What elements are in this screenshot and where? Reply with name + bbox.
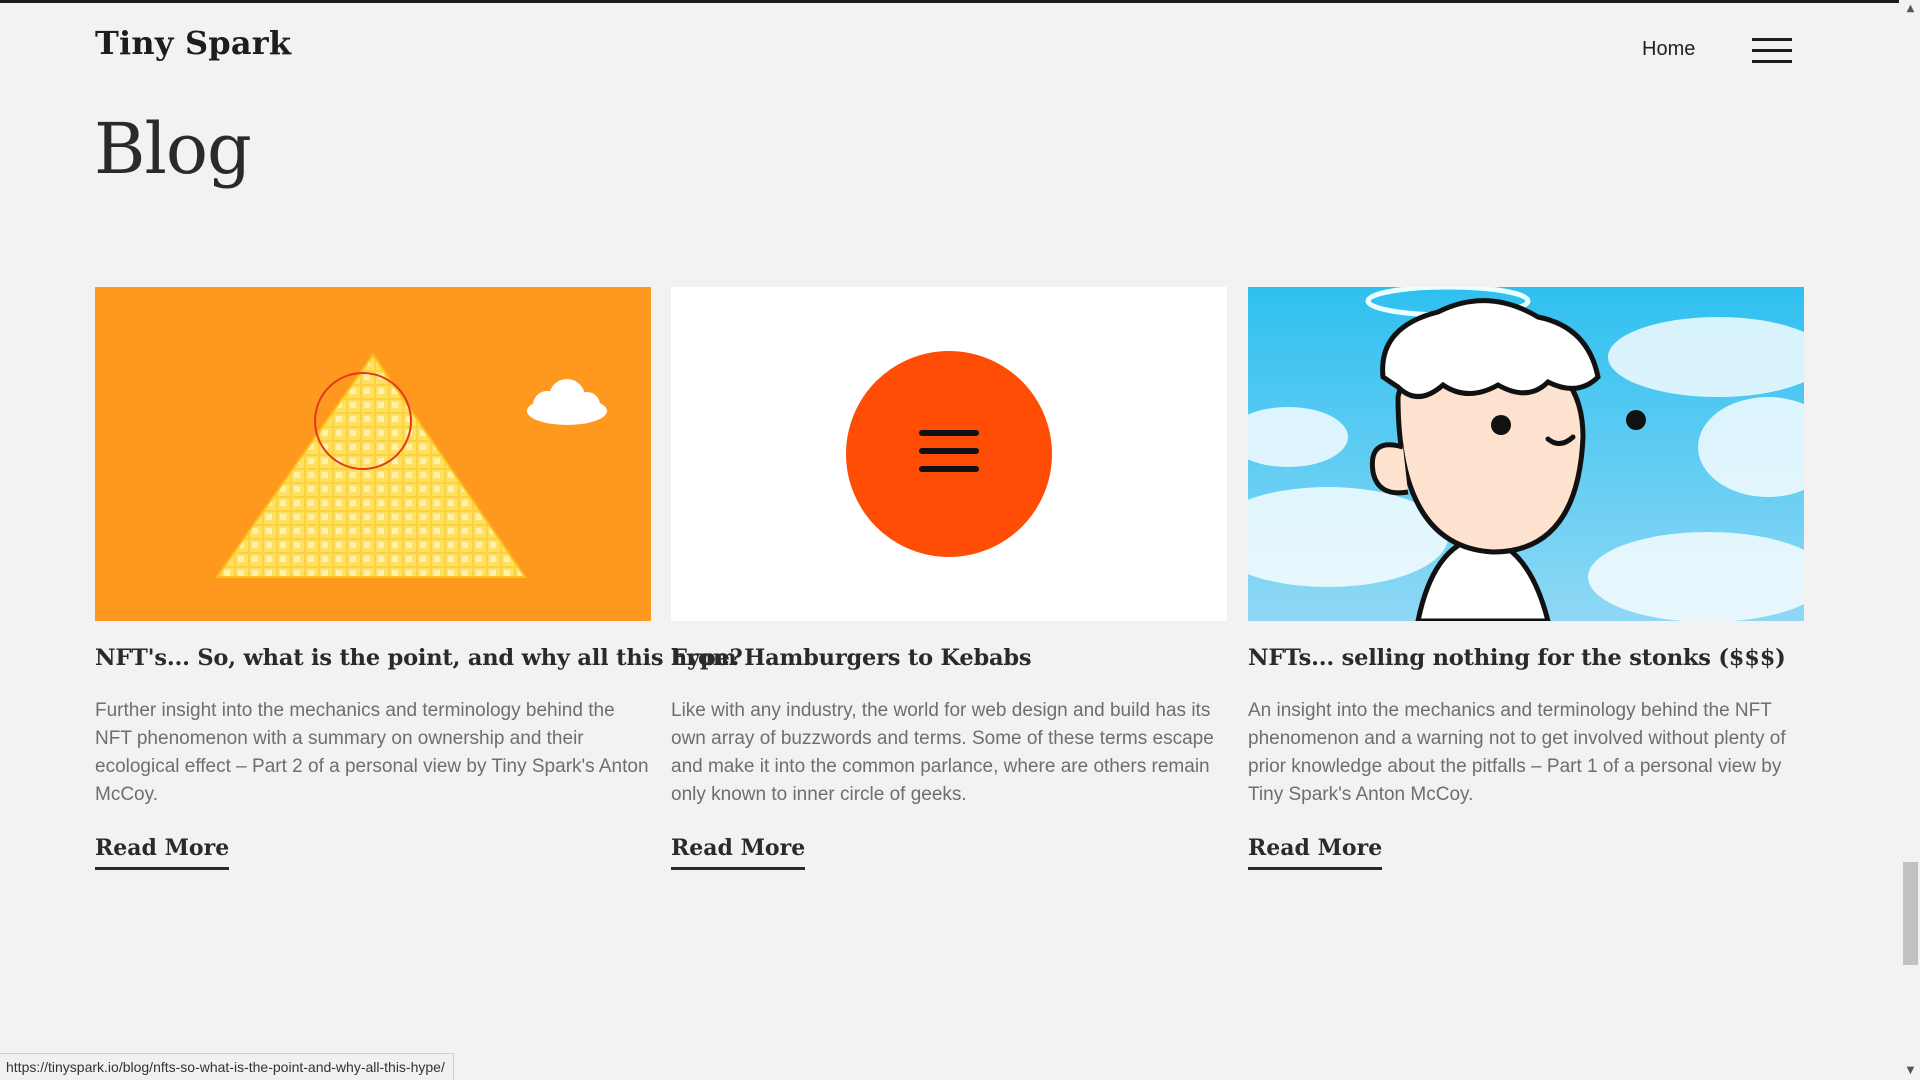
blog-card: NFTs... selling nothing for the stonks (… [1248, 287, 1804, 870]
read-more-link[interactable]: Read More [1248, 835, 1383, 870]
post-thumbnail-pyramid[interactable] [95, 287, 651, 621]
site-logo[interactable]: Tiny Spark [95, 24, 291, 62]
post-excerpt: Like with any industry, the world for we… [671, 700, 1214, 805]
read-more-link[interactable]: Read More [95, 835, 230, 870]
top-border [0, 0, 1920, 3]
scroll-down-arrow-icon[interactable]: ▼ [1903, 1063, 1918, 1078]
scrollbar-thumb[interactable] [1903, 862, 1918, 965]
blog-card: NFT's... So, what is the point, and why … [95, 287, 743, 870]
hamburger-line [1752, 60, 1792, 63]
post-thumbnail-cartoon-character[interactable] [1248, 287, 1804, 621]
status-bar-url: https://tinyspark.io/blog/nfts-so-what-i… [0, 1053, 454, 1080]
post-thumbnail-menu-circle[interactable] [671, 287, 1227, 621]
post-title[interactable]: NFT's... So, what is the point, and why … [95, 645, 743, 671]
post-title[interactable]: From Hamburgers to Kebabs [671, 645, 1227, 671]
page-title: Blog [94, 108, 252, 190]
post-title[interactable]: NFTs... selling nothing for the stonks (… [1248, 645, 1804, 671]
scroll-up-arrow-icon[interactable]: ▲ [1903, 1, 1918, 16]
read-more-link[interactable]: Read More [671, 835, 806, 870]
post-excerpt: An insight into the mechanics and termin… [1248, 700, 1786, 805]
post-excerpt: Further insight into the mechanics and t… [95, 700, 649, 805]
hamburger-line [1752, 49, 1792, 52]
blog-card: From Hamburgers to Kebabs Like with any … [671, 287, 1227, 870]
hamburger-line [1752, 38, 1792, 41]
nav-home-link[interactable]: Home [1642, 38, 1695, 61]
hamburger-menu-icon[interactable] [1752, 38, 1792, 64]
